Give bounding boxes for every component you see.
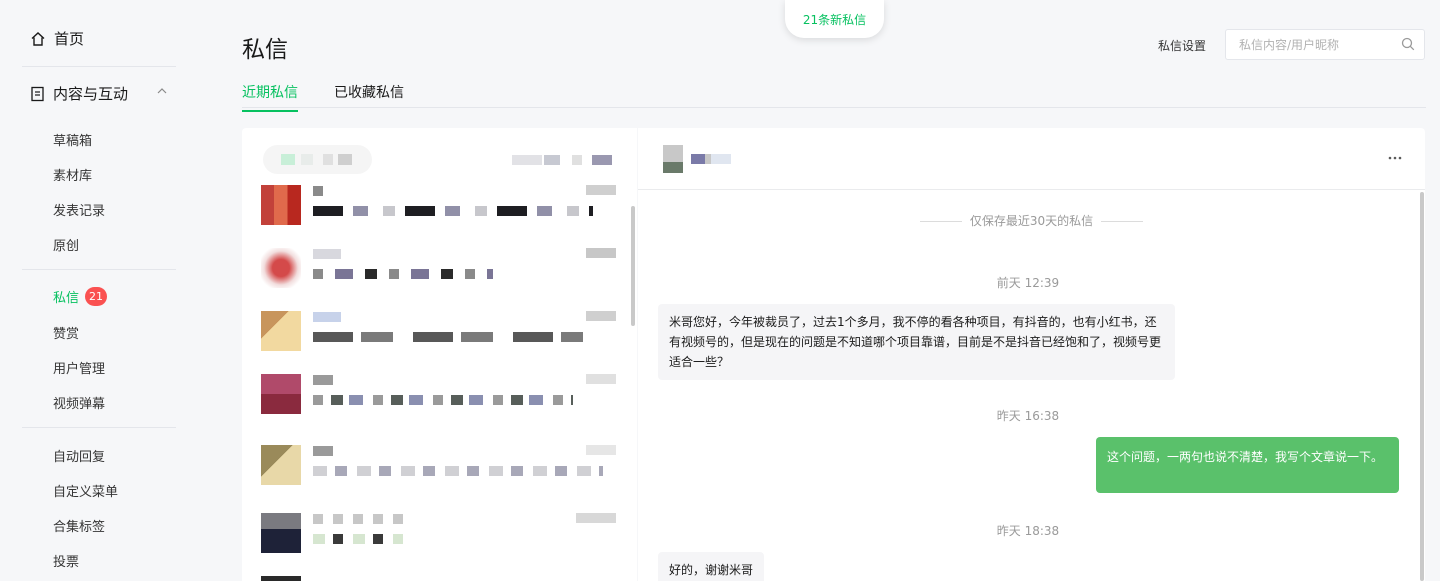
- nav-home-label: 首页: [54, 30, 85, 48]
- nav-home[interactable]: 首页: [30, 28, 84, 49]
- sidebar-item-auto-reply[interactable]: 自动回复: [53, 446, 105, 465]
- sidebar-item-publish-records[interactable]: 发表记录: [53, 200, 105, 219]
- sidebar-item-appreciation[interactable]: 赞赏: [53, 323, 79, 342]
- document-icon: [31, 86, 44, 101]
- conversation-item[interactable]: [261, 445, 616, 485]
- pixelated-block: [586, 185, 616, 195]
- sidebar-item-drafts[interactable]: 草稿箱: [53, 130, 92, 149]
- conversation-item[interactable]: [261, 513, 616, 553]
- pixelated-block: [281, 154, 295, 165]
- chat-panel: 仅保存最近30天的私信 前天 12:39 米哥您好，今年被裁员了，过去1个多月，…: [638, 128, 1425, 581]
- pixelated-block: [313, 249, 341, 259]
- pixelated-block: [313, 312, 341, 322]
- pixelated-block: [313, 534, 403, 544]
- pixelated-block: [586, 374, 616, 384]
- pixelated-block: [572, 155, 582, 165]
- message-timestamp: 昨天 16:38: [996, 409, 1060, 423]
- search-icon[interactable]: [1401, 37, 1415, 51]
- incoming-message: 米哥您好，今年被裁员了，过去1个多月，我不停的看各种项目，有抖音的，也有小红书，…: [658, 304, 1175, 380]
- retention-notice-text: 仅保存最近30天的私信: [969, 214, 1094, 228]
- tabs: 近期私信 已收藏私信: [242, 82, 1426, 112]
- sidebar-item-collection-tags[interactable]: 合集标签: [53, 516, 105, 535]
- search-box: [1225, 29, 1425, 60]
- sidebar-divider: [22, 66, 176, 67]
- nav-group-label: 内容与互动: [53, 85, 129, 103]
- outgoing-message: 这个问题，一两句也说不清楚，我写个文章说一下。: [1096, 437, 1399, 493]
- sidebar: 首页 内容与互动 草稿箱 素材库 发表记录 原创 私信 21 赞赏 用户管理 视…: [0, 0, 200, 581]
- retention-notice: 仅保存最近30天的私信: [638, 212, 1425, 229]
- avatar: [261, 374, 301, 414]
- pixelated-block: [313, 186, 323, 196]
- avatar: [261, 513, 301, 553]
- list-filter[interactable]: [263, 145, 372, 174]
- avatar: [261, 185, 301, 225]
- unread-badge: 21: [85, 287, 108, 306]
- conversation-item[interactable]: [261, 248, 616, 288]
- conversation-item[interactable]: [261, 374, 616, 414]
- pixelated-block: [592, 155, 612, 165]
- chat-scrollbar[interactable]: [1420, 192, 1424, 581]
- chevron-up-icon[interactable]: [156, 85, 168, 97]
- pixelated-block: [313, 332, 583, 342]
- sidebar-item-assets[interactable]: 素材库: [53, 165, 92, 184]
- sidebar-item-danmaku[interactable]: 视频弹幕: [53, 393, 105, 412]
- sidebar-item-vote[interactable]: 投票: [53, 551, 79, 570]
- sidebar-divider: [22, 427, 176, 428]
- avatar: [261, 311, 301, 351]
- pixelated-block: [691, 154, 731, 164]
- new-messages-pill[interactable]: 21条新私信: [785, 0, 884, 38]
- pixelated-block: [261, 576, 301, 581]
- conversation-item[interactable]: [261, 311, 616, 351]
- chat-header: [638, 128, 1425, 190]
- message-settings-link[interactable]: 私信设置: [1158, 37, 1206, 54]
- pixelated-block: [313, 269, 493, 279]
- sidebar-item-messages[interactable]: 私信 21: [53, 287, 108, 306]
- pixelated-block: [313, 466, 603, 476]
- list-scrollbar[interactable]: [631, 206, 635, 326]
- sidebar-divider: [22, 269, 176, 270]
- message-timestamp: 前天 12:39: [996, 276, 1060, 290]
- conversation-item[interactable]: [261, 185, 616, 225]
- sidebar-item-custom-menu[interactable]: 自定义菜单: [53, 481, 118, 500]
- sidebar-item-messages-label: 私信: [53, 291, 80, 306]
- pixelated-block: [313, 514, 413, 524]
- pixelated-block: [313, 446, 333, 456]
- pixelated-block: [586, 248, 616, 258]
- tab-starred[interactable]: 已收藏私信: [334, 82, 404, 110]
- pixelated-block: [313, 395, 573, 405]
- pixelated-block: [313, 375, 333, 385]
- incoming-message: 好的，谢谢米哥: [658, 552, 765, 581]
- conversation-list: [242, 128, 637, 581]
- page-title: 私信: [242, 37, 288, 63]
- home-icon: [31, 31, 45, 46]
- more-icon[interactable]: [1387, 150, 1403, 166]
- pixelated-block: [512, 155, 542, 165]
- nav-group-content[interactable]: 内容与互动: [30, 83, 176, 104]
- avatar: [261, 248, 301, 288]
- pixelated-block: [338, 154, 352, 165]
- pixelated-block: [576, 513, 616, 523]
- sidebar-item-original[interactable]: 原创: [53, 235, 79, 254]
- pixelated-block: [301, 154, 313, 165]
- message-timestamp: 昨天 18:38: [996, 524, 1060, 538]
- pixelated-block: [313, 206, 593, 216]
- pixelated-block: [586, 311, 616, 321]
- avatar: [261, 445, 301, 485]
- avatar: [663, 145, 683, 173]
- tab-recent[interactable]: 近期私信: [242, 82, 298, 112]
- search-input[interactable]: [1226, 30, 1391, 59]
- pixelated-block: [323, 154, 333, 165]
- pixelated-block: [544, 155, 560, 165]
- sidebar-item-user-management[interactable]: 用户管理: [53, 358, 105, 377]
- pixelated-block: [586, 445, 616, 455]
